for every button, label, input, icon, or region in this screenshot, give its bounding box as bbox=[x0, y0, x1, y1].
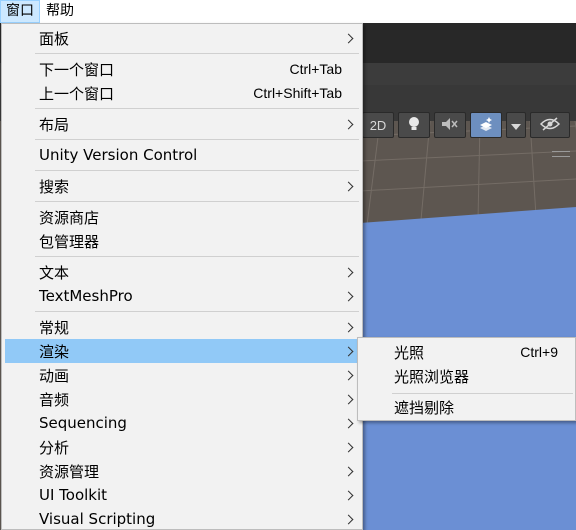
effects-icon bbox=[477, 116, 495, 135]
menu-separator bbox=[35, 201, 359, 202]
menu-item-label: 上一个窗口 bbox=[39, 84, 115, 103]
menu-bar: 窗口 帮助 bbox=[0, 0, 576, 23]
menu-item-asset-management[interactable]: 资源管理 bbox=[5, 459, 359, 483]
chevron-right-icon bbox=[343, 119, 354, 129]
menu-item-sequencing[interactable]: Sequencing bbox=[5, 411, 359, 435]
menu-item-label: 音频 bbox=[39, 390, 70, 409]
menu-item-label: 常规 bbox=[39, 318, 70, 337]
chevron-right-icon bbox=[343, 33, 354, 43]
menu-item-label: TextMeshPro bbox=[39, 287, 133, 305]
menu-item-asset-store[interactable]: 资源商店 bbox=[5, 205, 359, 229]
menu-item-label: 分析 bbox=[39, 438, 70, 457]
menu-item-label: 资源管理 bbox=[39, 462, 100, 481]
submenu-item-light-explorer[interactable]: 光照浏览器 bbox=[360, 364, 575, 388]
menu-separator bbox=[35, 170, 359, 171]
menu-separator bbox=[35, 53, 359, 54]
menu-item-label: 面板 bbox=[39, 29, 70, 48]
submenu-item-occlusion-culling[interactable]: 遮挡剔除 bbox=[360, 395, 575, 419]
scene-toolbar: 2D bbox=[362, 111, 570, 139]
lighting-toggle-button[interactable] bbox=[398, 112, 430, 138]
menu-item-version-control[interactable]: Unity Version Control bbox=[5, 143, 359, 167]
shortcut-label: Ctrl+Tab bbox=[289, 61, 342, 77]
menu-item-animation[interactable]: 动画 bbox=[5, 363, 359, 387]
menu-item-label: 遮挡剔除 bbox=[394, 398, 455, 417]
menu-item-textmeshpro[interactable]: TextMeshPro bbox=[5, 284, 359, 308]
menu-item-previous-window[interactable]: 上一个窗口 Ctrl+Shift+Tab bbox=[5, 81, 359, 105]
effects-toggle-button[interactable] bbox=[470, 112, 502, 138]
menu-item-label: 动画 bbox=[39, 366, 70, 385]
effects-dropdown-button[interactable] bbox=[506, 112, 526, 138]
chevron-right-icon bbox=[343, 394, 354, 404]
menu-item-audio[interactable]: 音频 bbox=[5, 387, 359, 411]
menu-item-next-window[interactable]: 下一个窗口 Ctrl+Tab bbox=[5, 57, 359, 81]
menu-separator bbox=[392, 393, 573, 394]
menu-separator bbox=[35, 311, 359, 312]
lightbulb-icon bbox=[407, 116, 421, 135]
menu-item-layout[interactable]: 布局 bbox=[5, 112, 359, 136]
chevron-right-icon bbox=[343, 322, 354, 332]
rendering-submenu: 光照 Ctrl+9 光照浏览器 遮挡剔除 bbox=[357, 337, 576, 421]
menu-item-label: 搜索 bbox=[39, 177, 70, 196]
menu-item-label: UI Toolkit bbox=[39, 486, 108, 504]
chevron-right-icon bbox=[343, 346, 354, 356]
menu-separator bbox=[35, 139, 359, 140]
scene-options-icon[interactable] bbox=[552, 151, 570, 157]
submenu-item-lighting[interactable]: 光照 Ctrl+9 bbox=[360, 340, 575, 364]
chevron-right-icon bbox=[343, 418, 354, 428]
menu-item-label: 光照 bbox=[394, 343, 425, 362]
menu-item-label: 光照浏览器 bbox=[394, 367, 470, 386]
menu-item-analysis[interactable]: 分析 bbox=[5, 435, 359, 459]
menu-item-label: Unity Version Control bbox=[39, 146, 198, 164]
dropdown-arrow-icon bbox=[511, 118, 521, 133]
menu-item-label: Sequencing bbox=[39, 414, 127, 432]
menu-item-visual-scripting[interactable]: Visual Scripting bbox=[5, 507, 359, 530]
window-dropdown-menu: 面板 下一个窗口 Ctrl+Tab 上一个窗口 Ctrl+Shift+Tab 布… bbox=[1, 23, 363, 530]
chevron-right-icon bbox=[343, 370, 354, 380]
menu-item-label: 资源商店 bbox=[39, 208, 100, 227]
visibility-hidden-icon bbox=[539, 116, 561, 134]
chevron-right-icon bbox=[343, 490, 354, 500]
shortcut-label: Ctrl+9 bbox=[520, 344, 558, 360]
menu-item-general[interactable]: 常规 bbox=[5, 315, 359, 339]
chevron-right-icon bbox=[343, 514, 354, 524]
menu-item-label: 渲染 bbox=[39, 342, 70, 361]
menu-item-package-manager[interactable]: 包管理器 bbox=[5, 229, 359, 253]
menu-item-search[interactable]: 搜索 bbox=[5, 174, 359, 198]
chevron-right-icon bbox=[343, 442, 354, 452]
menu-separator bbox=[35, 108, 359, 109]
menu-item-label: 文本 bbox=[39, 263, 70, 282]
menu-item-ui-toolkit[interactable]: UI Toolkit bbox=[5, 483, 359, 507]
menubar-help[interactable]: 帮助 bbox=[40, 0, 80, 23]
chevron-right-icon bbox=[343, 291, 354, 301]
menubar-window[interactable]: 窗口 bbox=[0, 0, 40, 23]
shortcut-label: Ctrl+Shift+Tab bbox=[253, 85, 342, 101]
menu-item-label: 布局 bbox=[39, 115, 70, 134]
menu-item-label: 包管理器 bbox=[39, 232, 100, 251]
menu-item-text[interactable]: 文本 bbox=[5, 260, 359, 284]
menu-item-rendering[interactable]: 渲染 bbox=[5, 339, 359, 363]
audio-mute-icon bbox=[441, 117, 459, 134]
chevron-right-icon bbox=[343, 267, 354, 277]
chevron-right-icon bbox=[343, 466, 354, 476]
chevron-right-icon bbox=[343, 181, 354, 191]
scene-visibility-button[interactable] bbox=[530, 112, 570, 138]
mode-2d-button[interactable]: 2D bbox=[362, 112, 394, 138]
menu-separator bbox=[35, 256, 359, 257]
menu-item-label: Visual Scripting bbox=[39, 510, 156, 528]
audio-toggle-button[interactable] bbox=[434, 112, 466, 138]
menu-item-panels[interactable]: 面板 bbox=[5, 26, 359, 50]
menu-item-label: 下一个窗口 bbox=[39, 60, 115, 79]
